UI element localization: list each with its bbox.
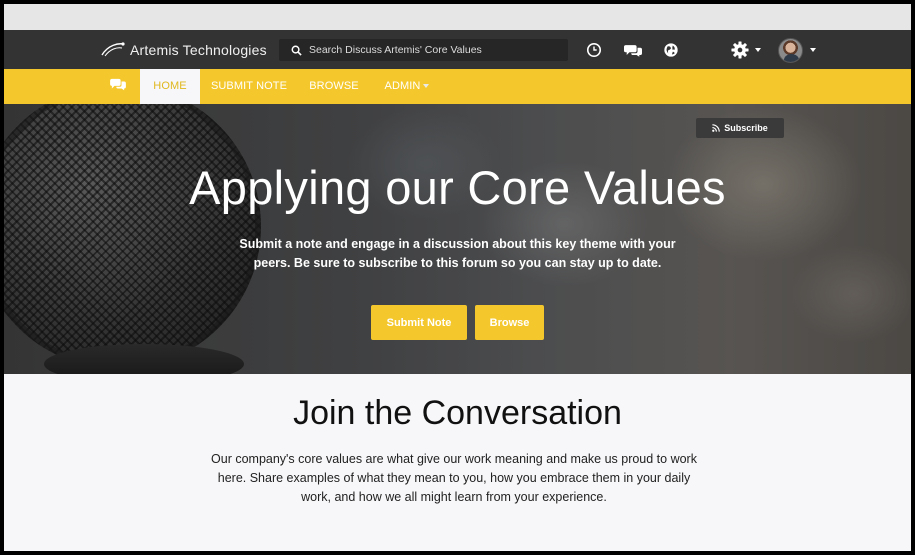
nav-home[interactable]: HOME xyxy=(140,69,200,104)
hero-subtitle: Submit a note and engage in a discussion… xyxy=(239,237,676,270)
subscribe-label: Subscribe xyxy=(724,123,768,133)
browser-top-strip xyxy=(4,4,911,30)
submit-note-button[interactable]: Submit Note xyxy=(371,305,467,340)
nav-admin-label: ADMIN xyxy=(384,80,421,92)
hero-banner: Subscribe Applying our Core Values Submi… xyxy=(4,104,911,374)
subscribe-button[interactable]: Subscribe xyxy=(696,118,784,138)
profile-chevron-down-icon[interactable] xyxy=(810,48,816,52)
search-input[interactable] xyxy=(309,44,549,56)
section-description: Our company's core values are what give … xyxy=(211,452,697,504)
search-icon xyxy=(291,45,302,56)
hero-title: Applying our Core Values xyxy=(189,161,726,214)
search-bar[interactable] xyxy=(279,39,568,61)
brand-logo[interactable]: Artemis Technologies xyxy=(100,38,267,62)
chevron-down-icon xyxy=(423,84,430,89)
globe-icon[interactable] xyxy=(662,41,680,59)
nav-admin[interactable]: ADMIN xyxy=(377,69,437,104)
gear-icon[interactable] xyxy=(730,40,750,60)
nav-submit-note[interactable]: SUBMIT NOTE xyxy=(209,69,289,104)
avatar[interactable] xyxy=(778,38,803,63)
settings-chevron-down-icon[interactable] xyxy=(755,48,761,52)
top-header-bar: Artemis Technologies xyxy=(4,30,911,69)
browse-button[interactable]: Browse xyxy=(475,305,544,340)
screenshot-frame: Artemis Technologies Search Discuss Arte… xyxy=(0,0,915,555)
clock-icon[interactable] xyxy=(585,41,603,59)
brand-mark-icon xyxy=(101,42,125,57)
page: Artemis Technologies Search Discuss Arte… xyxy=(4,4,911,551)
brand-name: Artemis Technologies xyxy=(130,42,267,58)
rss-icon xyxy=(712,124,720,132)
section-title: Join the Conversation xyxy=(293,394,622,432)
main-nav: HOME SUBMIT NOTE BROWSE ADMIN xyxy=(4,69,911,104)
chat-bubbles-icon[interactable] xyxy=(623,41,643,59)
nav-browse[interactable]: BROWSE xyxy=(300,69,368,104)
chat-bubbles-icon[interactable] xyxy=(110,78,128,94)
